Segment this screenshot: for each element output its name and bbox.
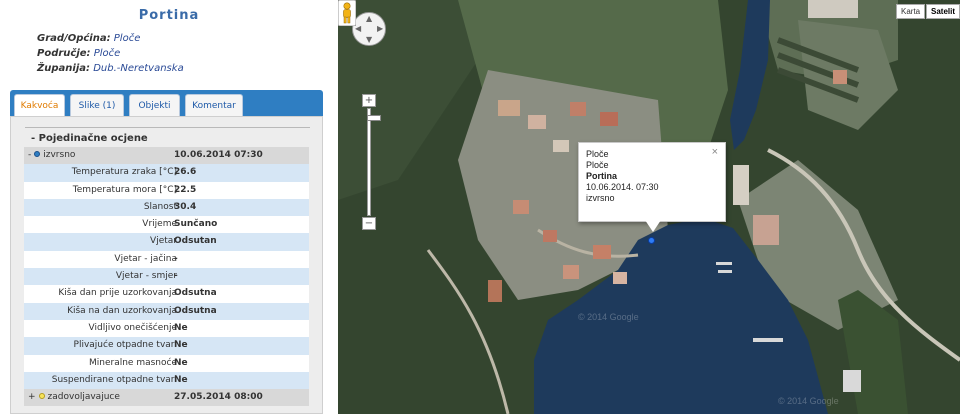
zoom-slider-thumb[interactable] [367, 115, 381, 121]
station-title: Portina [138, 8, 200, 23]
chevron-up-icon[interactable]: ▲ [366, 14, 372, 23]
sample-status: izvrsno [43, 150, 76, 160]
section-title[interactable]: - Pojedinačne ocjene [31, 133, 148, 144]
zoom-slider[interactable] [367, 108, 381, 216]
info-window: Ploče Ploče Portina 10.06.2014. 07:30 iz… [578, 142, 726, 232]
sample-date: 10.06.2014 07:30 [174, 150, 263, 160]
table-row: Plivajuće otpadne tvari Ne [24, 337, 309, 355]
info-date: 10.06.2014. 07:30 [586, 182, 659, 192]
sample-date: 27.05.2014 08:00 [174, 392, 263, 403]
sample-row-current[interactable]: - izvrsno 10.06.2014 07:30 [24, 147, 309, 165]
status-dot-icon [34, 151, 41, 157]
station-meta: Grad/Općina: Ploče Područje: Ploče Župan… [37, 31, 184, 76]
info-window-tail [645, 220, 661, 232]
expand-toggle[interactable]: + [28, 392, 36, 402]
chevron-down-icon[interactable]: ▼ [366, 35, 372, 44]
table-row: Vrijeme Sunčano [24, 216, 309, 234]
table-row: Vjetar - smjer - [24, 268, 309, 286]
map-type-karta[interactable]: Karta [896, 4, 926, 19]
map-watermark: © 2014 Google [778, 396, 839, 406]
tab-objekti[interactable]: Objekti [129, 94, 180, 116]
meta-zupanija: Županija: Dub.-Neretvanska [37, 63, 184, 74]
info-station: Portina [586, 171, 618, 181]
station-panel: Portina Grad/Općina: Ploče Područje: Plo… [0, 0, 338, 414]
table-row: Suspendirane otpadne tvari Ne [24, 371, 309, 390]
measurement-table: - izvrsno 10.06.2014 07:30 Temperatura zr… [24, 147, 309, 407]
table-row: Vjetar - jačina - [24, 250, 309, 269]
info-area: Ploče [586, 160, 609, 170]
location-marker-icon[interactable] [648, 237, 655, 244]
table-row: Kiša dan prije uzorkovanja Odsutna [24, 285, 309, 303]
zoom-control: + − [362, 94, 381, 230]
pegman-icon[interactable] [338, 0, 356, 26]
chevron-right-icon[interactable]: ▶ [377, 24, 383, 33]
info-status: izvrsno [586, 193, 615, 203]
tab-komentar[interactable]: Komentar [185, 94, 243, 116]
table-row: Temperatura mora [°C] 22.5 [24, 181, 309, 199]
sample-status: zadovoljavajuce [47, 392, 120, 403]
quality-panel: - Pojedinačne ocjene - izvrsno 10.06.2014… [10, 116, 323, 414]
tab-kakvoca[interactable]: Kakvoća [14, 94, 65, 116]
map-type-satelit[interactable]: Satelit [926, 4, 960, 19]
table-row: Kiša na dan uzorkovanja Odsutna [24, 302, 309, 320]
tab-slike[interactable]: Slike (1) [70, 94, 124, 116]
map-watermark: © 2014 Google [578, 312, 639, 322]
table-row: Vidljivo onečišćenje Ne [24, 319, 309, 338]
meta-podrucje: Područje: Ploče [37, 48, 121, 59]
table-row: Vjetar Odsutan [24, 233, 309, 251]
table-row: Slanost 30.4 [24, 198, 309, 217]
status-dot-icon [38, 393, 45, 400]
zoom-in-button[interactable]: + [362, 94, 376, 107]
sample-row-previous[interactable]: + zadovoljavajuce 27.05.2014 08:00 [24, 389, 309, 407]
divider [25, 127, 310, 128]
satellite-map[interactable]: © 2014 Google © 2014 Google Karta Sateli… [338, 0, 960, 414]
meta-grad: Grad/Općina: Ploče [37, 33, 141, 44]
pan-control[interactable]: ▲ ▼ ◀ ▶ [352, 12, 386, 46]
tab-bar: Kakvoća Slike (1) Objekti Komentar [10, 90, 323, 116]
zoom-out-button[interactable]: − [362, 217, 376, 230]
collapse-toggle[interactable]: - [28, 150, 31, 160]
table-row: Temperatura zraka [°C] 26.6 [24, 164, 309, 182]
close-icon[interactable]: × [712, 146, 718, 158]
table-row: Mineralne masnoće Ne [24, 354, 309, 372]
info-city: Ploče [586, 149, 609, 159]
